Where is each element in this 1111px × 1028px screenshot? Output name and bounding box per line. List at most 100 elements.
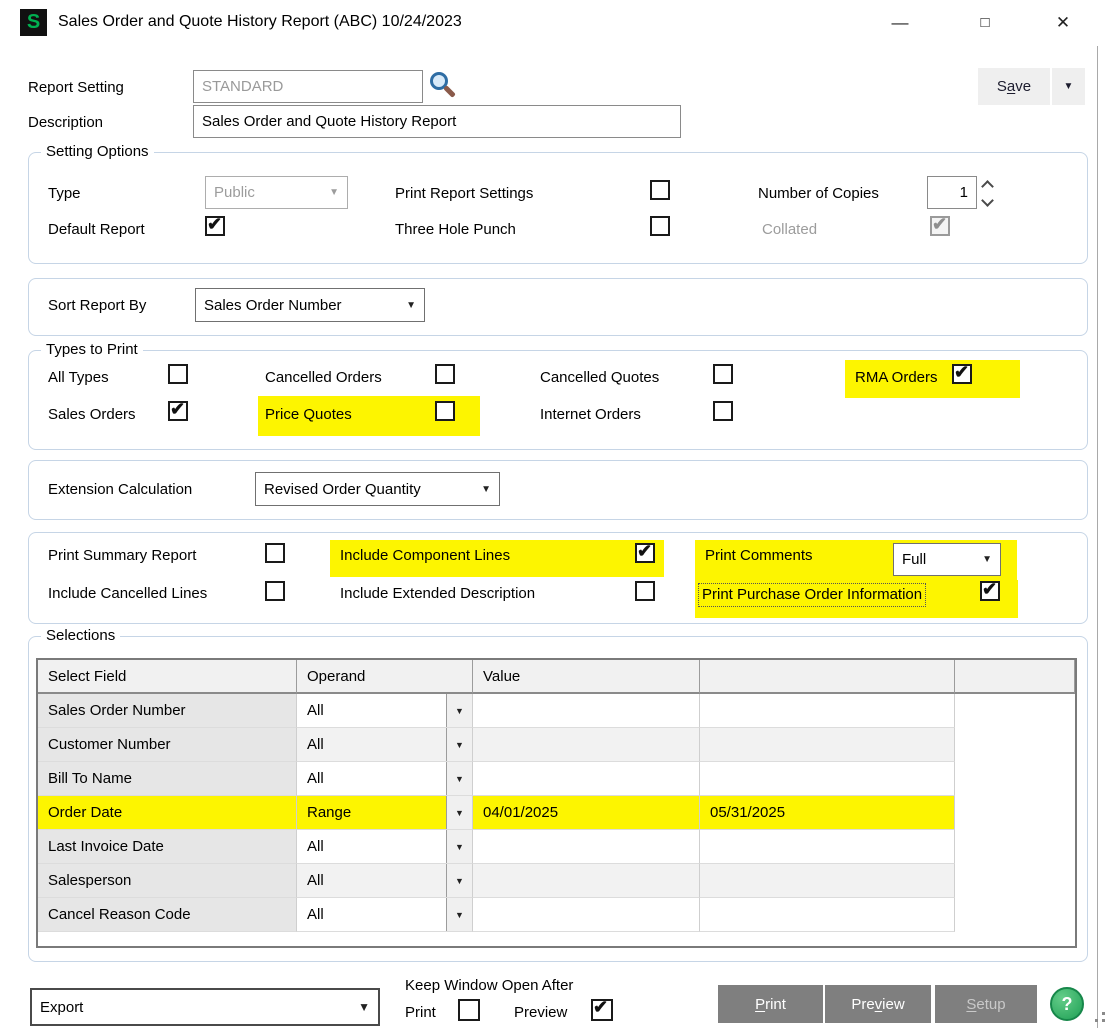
cancelled-quotes-checkbox[interactable] bbox=[713, 364, 733, 384]
col-header-blank-2 bbox=[955, 660, 1075, 694]
value2-cell[interactable] bbox=[700, 762, 955, 796]
col-header-value: Value bbox=[473, 660, 700, 694]
keep-open-print-checkbox[interactable] bbox=[458, 999, 480, 1021]
keep-open-print-label: Print bbox=[405, 1003, 436, 1023]
sales-orders-checkbox[interactable] bbox=[168, 401, 188, 421]
close-icon[interactable]: ✕ bbox=[1048, 8, 1078, 38]
cancelled-orders-label: Cancelled Orders bbox=[265, 368, 382, 388]
include-component-lines-label: Include Component Lines bbox=[340, 546, 510, 566]
save-dropdown-button[interactable]: ▼ bbox=[1052, 68, 1085, 105]
report-dialog: S Sales Order and Quote History Report (… bbox=[0, 0, 1111, 1028]
operand-cell[interactable]: All▼ bbox=[297, 694, 473, 728]
window-edge bbox=[1097, 46, 1098, 1028]
select-field-cell: Bill To Name bbox=[38, 762, 297, 796]
selections-legend: Selections bbox=[41, 627, 120, 644]
select-field-cell: Sales Order Number bbox=[38, 694, 297, 728]
maximize-icon[interactable]: □ bbox=[970, 8, 1000, 38]
operand-cell[interactable]: All▼ bbox=[297, 762, 473, 796]
cancelled-orders-checkbox[interactable] bbox=[435, 364, 455, 384]
operand-dropdown-icon[interactable]: ▼ bbox=[446, 796, 472, 829]
select-field-cell: Salesperson bbox=[38, 864, 297, 898]
export-select[interactable]: Export▼ bbox=[30, 988, 380, 1026]
print-summary-report-label: Print Summary Report bbox=[48, 546, 196, 566]
operand-dropdown-icon[interactable]: ▼ bbox=[446, 898, 472, 931]
description-label: Description bbox=[28, 113, 103, 133]
col-header-operand: Operand bbox=[297, 660, 473, 694]
value2-cell[interactable] bbox=[700, 898, 955, 932]
types-to-print-legend: Types to Print bbox=[41, 341, 143, 358]
value2-cell[interactable] bbox=[700, 694, 955, 728]
internet-orders-label: Internet Orders bbox=[540, 405, 641, 425]
include-extended-description-label: Include Extended Description bbox=[340, 584, 535, 604]
print-po-information-checkbox[interactable] bbox=[980, 581, 1000, 601]
value-cell[interactable]: 04/01/2025 bbox=[473, 796, 700, 830]
operand-cell[interactable]: All▼ bbox=[297, 728, 473, 762]
setup-button: Setup bbox=[935, 985, 1037, 1023]
type-select[interactable]: Public▼ bbox=[205, 176, 348, 209]
operand-cell[interactable]: All▼ bbox=[297, 830, 473, 864]
value2-cell[interactable]: 05/31/2025 bbox=[700, 796, 955, 830]
collated-label: Collated bbox=[762, 220, 817, 240]
rma-orders-label: RMA Orders bbox=[855, 368, 938, 388]
value-cell[interactable] bbox=[473, 694, 700, 728]
selections-table: Select Field Operand Value Sales Order N… bbox=[36, 658, 1077, 948]
value-cell[interactable] bbox=[473, 864, 700, 898]
table-row: Bill To Name All▼ bbox=[38, 762, 1075, 796]
include-component-lines-checkbox[interactable] bbox=[635, 543, 655, 563]
operand-dropdown-icon[interactable]: ▼ bbox=[446, 694, 472, 727]
include-extended-description-checkbox[interactable] bbox=[635, 581, 655, 601]
keep-open-preview-checkbox[interactable] bbox=[591, 999, 613, 1021]
operand-cell[interactable]: All▼ bbox=[297, 864, 473, 898]
value-cell[interactable] bbox=[473, 762, 700, 796]
operand-cell[interactable]: All▼ bbox=[297, 898, 473, 932]
value2-cell[interactable] bbox=[700, 728, 955, 762]
save-button[interactable]: Save bbox=[978, 68, 1050, 105]
operand-cell[interactable]: Range▼ bbox=[297, 796, 473, 830]
operand-dropdown-icon[interactable]: ▼ bbox=[446, 830, 472, 863]
help-icon[interactable]: ? bbox=[1050, 987, 1084, 1021]
app-icon: S bbox=[20, 9, 47, 36]
price-quotes-checkbox[interactable] bbox=[435, 401, 455, 421]
col-header-select-field: Select Field bbox=[38, 660, 297, 694]
include-cancelled-lines-checkbox[interactable] bbox=[265, 581, 285, 601]
minimize-icon[interactable]: — bbox=[885, 8, 915, 38]
three-hole-punch-checkbox[interactable] bbox=[650, 216, 670, 236]
rma-orders-checkbox[interactable] bbox=[952, 364, 972, 384]
report-setting-input[interactable]: STANDARD bbox=[193, 70, 423, 103]
value-cell[interactable] bbox=[473, 830, 700, 864]
all-types-checkbox[interactable] bbox=[168, 364, 188, 384]
sort-report-by-select[interactable]: Sales Order Number▼ bbox=[195, 288, 425, 322]
operand-dropdown-icon[interactable]: ▼ bbox=[446, 864, 472, 897]
print-summary-report-checkbox[interactable] bbox=[265, 543, 285, 563]
print-report-settings-checkbox[interactable] bbox=[650, 180, 670, 200]
internet-orders-checkbox[interactable] bbox=[713, 401, 733, 421]
value-cell[interactable] bbox=[473, 898, 700, 932]
value-cell[interactable] bbox=[473, 728, 700, 762]
value2-cell[interactable] bbox=[700, 864, 955, 898]
number-of-copies-input[interactable]: 1 bbox=[927, 176, 977, 209]
table-row: Cancel Reason Code All▼ bbox=[38, 898, 1075, 932]
operand-dropdown-icon[interactable]: ▼ bbox=[446, 762, 472, 795]
include-cancelled-lines-label: Include Cancelled Lines bbox=[48, 584, 207, 604]
table-row-order-date-highlighted: Order Date Range▼ 04/01/2025 05/31/2025 bbox=[38, 796, 1075, 830]
print-comments-select[interactable]: Full▼ bbox=[893, 543, 1001, 576]
operand-dropdown-icon[interactable]: ▼ bbox=[446, 728, 472, 761]
select-field-cell: Cancel Reason Code bbox=[38, 898, 297, 932]
collated-checkbox bbox=[930, 216, 950, 236]
description-input[interactable]: Sales Order and Quote History Report bbox=[193, 105, 681, 138]
select-field-cell: Last Invoice Date bbox=[38, 830, 297, 864]
table-row: Customer Number All▼ bbox=[38, 728, 1075, 762]
print-button[interactable]: Print bbox=[718, 985, 823, 1023]
select-field-cell: Customer Number bbox=[38, 728, 297, 762]
print-po-information-label: Print Purchase Order Information bbox=[698, 583, 926, 607]
print-report-settings-label: Print Report Settings bbox=[395, 184, 533, 204]
default-report-label: Default Report bbox=[48, 220, 145, 240]
default-report-checkbox[interactable] bbox=[205, 216, 225, 236]
select-field-cell: Order Date bbox=[38, 796, 297, 830]
cancelled-quotes-label: Cancelled Quotes bbox=[540, 368, 659, 388]
sort-group bbox=[28, 278, 1088, 336]
value2-cell[interactable] bbox=[700, 830, 955, 864]
extension-calculation-select[interactable]: Revised Order Quantity▼ bbox=[255, 472, 500, 506]
print-comments-label: Print Comments bbox=[705, 546, 813, 566]
preview-button[interactable]: Preview bbox=[825, 985, 931, 1023]
